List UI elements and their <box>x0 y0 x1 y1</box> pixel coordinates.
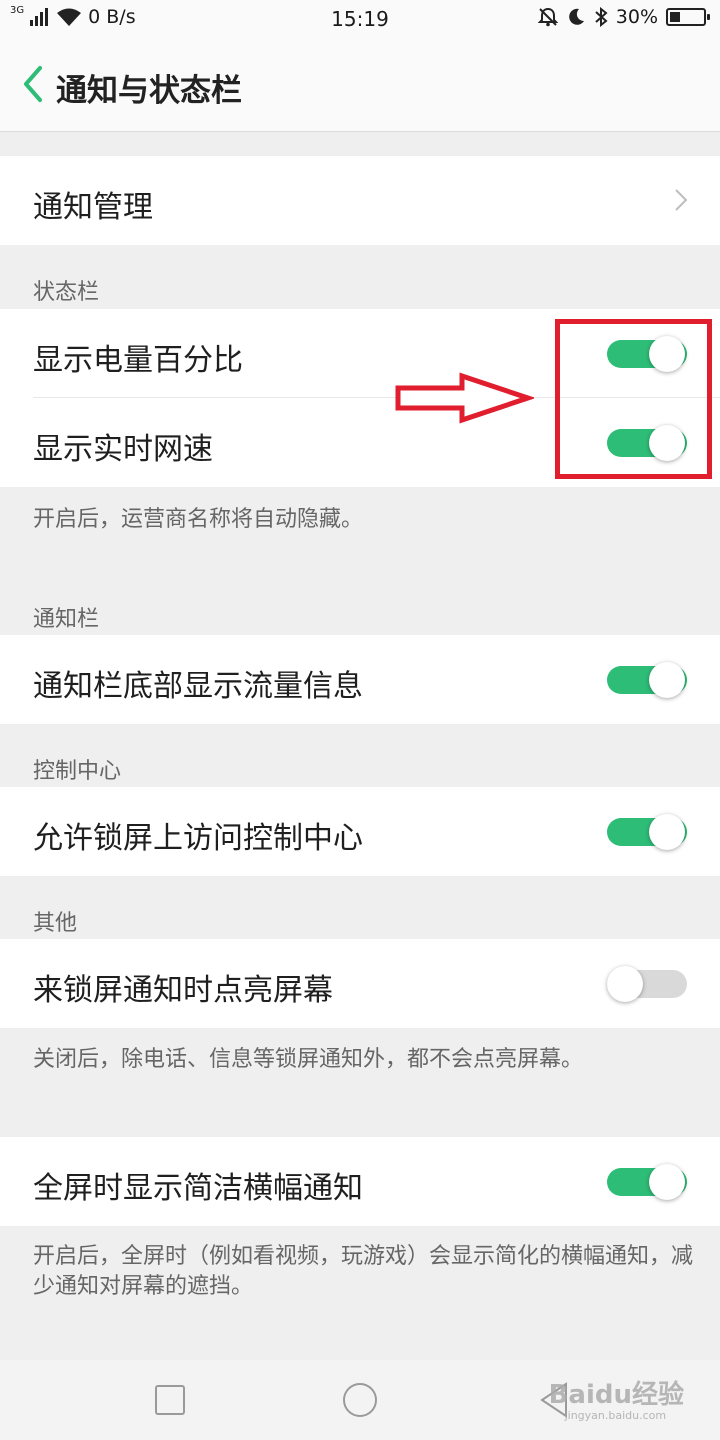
title-bar: 通知与状态栏 <box>0 40 720 132</box>
lockscreen-control-center-toggle[interactable] <box>607 814 687 850</box>
banner-notification-toggle[interactable] <box>607 1164 687 1200</box>
toggle-knob <box>649 1164 685 1200</box>
control-center-card: 允许锁屏上访问控制中心 <box>0 787 720 876</box>
traffic-info-row[interactable]: 通知栏底部显示流量信息 <box>0 635 720 724</box>
page-title: 通知与状态栏 <box>56 73 242 109</box>
notification-management-card: 通知管理 <box>0 156 720 245</box>
notification-management-label: 通知管理 <box>33 190 153 225</box>
section-header-other: 其他 <box>33 911 78 936</box>
lockscreen-control-center-row[interactable]: 允许锁屏上访问控制中心 <box>0 787 720 876</box>
wake-on-notification-row[interactable]: 来锁屏通知时点亮屏幕 <box>0 939 720 1028</box>
annotation-arrow-icon <box>395 372 534 424</box>
toggle-knob <box>607 966 643 1002</box>
navigation-bar: Baidu经验 jingyan.baidu.com <box>0 1360 720 1440</box>
home-icon[interactable] <box>340 1380 380 1420</box>
watermark-site: jingyan.baidu.com <box>564 1409 667 1422</box>
banner-notification-label: 全屏时显示简洁横幅通知 <box>33 1171 363 1206</box>
wake-note: 关闭后，除电话、信息等锁屏通知外，都不会点亮屏幕。 <box>33 1047 584 1072</box>
bell-off-icon <box>537 7 558 27</box>
baidu-watermark: Baidu经验 jingyan.baidu.com <box>549 1374 684 1422</box>
notification-bar-card: 通知栏底部显示流量信息 <box>0 635 720 724</box>
watermark-brand: Baidu经验 <box>548 1380 684 1410</box>
battery-fill <box>670 12 680 22</box>
section-header-control-center: 控制中心 <box>33 759 122 784</box>
status-right: 30% <box>537 6 710 28</box>
banner-note: 开启后，全屏时（例如看视频，玩游戏）会显示简化的横幅通知，减少通知对屏幕的遮挡。 <box>33 1244 694 1299</box>
traffic-info-label: 通知栏底部显示流量信息 <box>33 669 363 704</box>
recent-apps-icon[interactable] <box>150 1380 190 1420</box>
status-bar: 3G 0 B/s 15:19 30% <box>0 0 720 40</box>
battery-icon <box>666 8 710 26</box>
chevron-right-icon <box>675 189 688 211</box>
banner-card: 全屏时显示简洁横幅通知 <box>0 1137 720 1226</box>
lockscreen-control-center-label: 允许锁屏上访问控制中心 <box>33 821 363 856</box>
notification-management-row[interactable]: 通知管理 <box>0 156 720 245</box>
other-card: 来锁屏通知时点亮屏幕 <box>0 939 720 1028</box>
chevron-left-icon[interactable] <box>16 62 52 106</box>
wake-on-notification-label: 来锁屏通知时点亮屏幕 <box>33 973 333 1008</box>
wake-on-notification-toggle[interactable] <box>607 966 687 1002</box>
section-header-status-bar: 状态栏 <box>33 280 100 305</box>
traffic-info-toggle[interactable] <box>607 662 687 698</box>
battery-percent-label: 显示电量百分比 <box>33 343 243 378</box>
moon-icon <box>568 8 584 25</box>
annotation-highlight-box <box>555 319 712 479</box>
network-speed-label: 显示实时网速 <box>33 432 213 467</box>
toggle-knob <box>649 662 685 698</box>
banner-notification-row[interactable]: 全屏时显示简洁横幅通知 <box>0 1137 720 1226</box>
status-bar-note: 开启后，运营商名称将自动隐藏。 <box>33 507 364 532</box>
toggle-knob <box>649 814 685 850</box>
bluetooth-icon <box>595 7 608 27</box>
battery-percent: 30% <box>615 6 658 28</box>
section-header-notification-bar: 通知栏 <box>33 607 100 632</box>
